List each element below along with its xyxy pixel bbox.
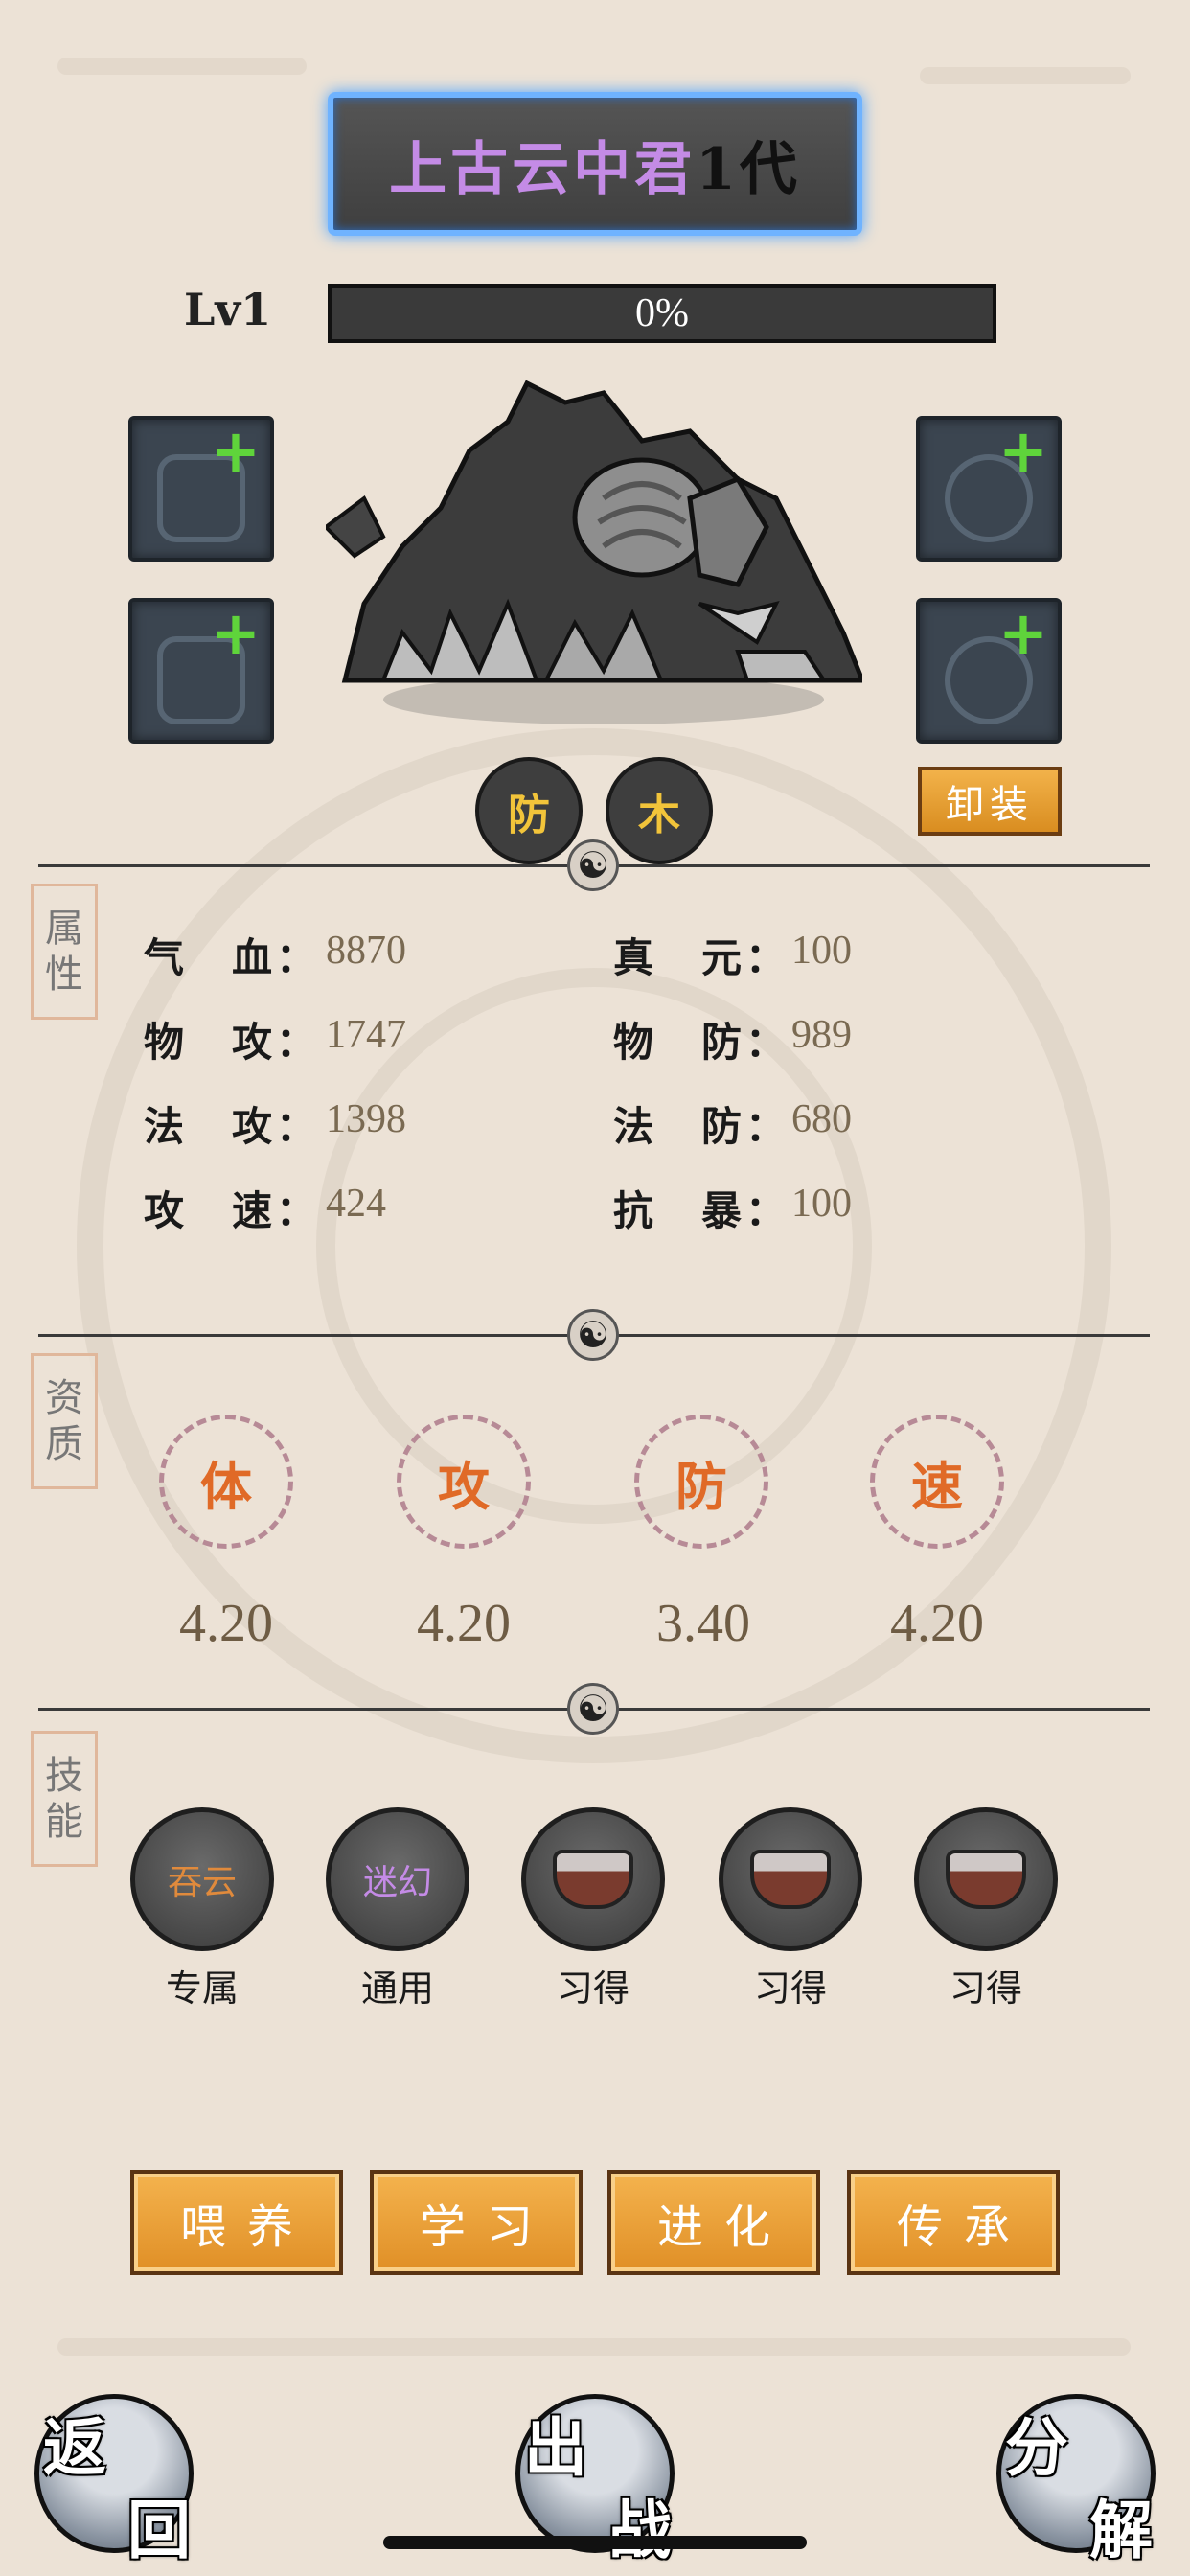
feed-button[interactable]: 喂养	[130, 2170, 343, 2275]
level-label: Lv1	[184, 284, 272, 335]
aptitude-ring-constitution: 体	[159, 1414, 293, 1549]
lock-icon	[946, 1850, 1026, 1909]
exp-progress-text: 0%	[635, 291, 689, 335]
stat-label-phys-atk: 物 攻：	[144, 1019, 321, 1066]
decompose-label-1: 分	[1005, 2410, 1068, 2485]
battle-label-2: 战	[608, 2493, 672, 2567]
add-icon: +	[998, 598, 1048, 668]
skill-slot-learned-3[interactable]	[914, 1807, 1058, 1951]
equip-slot-armor[interactable]: +	[128, 598, 274, 744]
pet-illustration	[326, 380, 862, 724]
back-button[interactable]: 返 回	[34, 2394, 194, 2567]
decompose-button[interactable]: 分 解	[996, 2394, 1156, 2567]
stat-label-crit-resist: 抗 暴：	[613, 1187, 790, 1234]
evolve-button[interactable]: 进化	[607, 2170, 820, 2275]
skill-slot-general[interactable]: 迷幻	[326, 1807, 469, 1951]
aptitude-value-attack: 4.20	[417, 1594, 511, 1653]
equip-slot-necklace[interactable]: +	[916, 598, 1062, 744]
pet-title-banner: 上古云中君 1代	[328, 92, 862, 236]
skill-name: 吞云	[167, 1863, 237, 1902]
inherit-button[interactable]: 传承	[847, 2170, 1060, 2275]
stat-label-hp: 气 血：	[144, 934, 321, 981]
learn-button[interactable]: 学习	[370, 2170, 583, 2275]
yinyang-icon: ☯	[567, 1309, 619, 1361]
skill-caption: 习得	[753, 1967, 827, 2010]
stat-value-atk-speed: 424	[326, 1182, 386, 1226]
skill-slot-learned-2[interactable]	[719, 1807, 862, 1951]
add-icon: +	[211, 416, 261, 486]
back-label-2: 回	[127, 2493, 191, 2567]
battle-label-1: 出	[524, 2410, 587, 2485]
equip-slot-ring[interactable]: +	[916, 416, 1062, 562]
aptitude-ring-defense: 防	[634, 1414, 768, 1549]
add-icon: +	[211, 598, 261, 668]
section-tag-attributes: 属 性	[31, 884, 98, 1020]
attribute-tag-defense: 防	[475, 757, 583, 864]
back-label-1: 返	[43, 2410, 106, 2485]
aptitude-ring-attack: 攻	[397, 1414, 531, 1549]
equip-slot-glove[interactable]: +	[128, 416, 274, 562]
skill-name: 迷幻	[362, 1863, 432, 1902]
pet-generation: 1代	[696, 135, 801, 203]
pet-name: 上古云中君	[389, 135, 697, 203]
stat-value-hp: 8870	[326, 929, 406, 973]
aptitude-value-speed: 4.20	[890, 1594, 984, 1653]
background-stroke	[57, 2338, 1131, 2356]
exp-progress-bar: 0%	[328, 284, 996, 343]
yinyang-icon: ☯	[567, 1683, 619, 1735]
stat-value-phys-def: 989	[791, 1013, 852, 1057]
stat-value-crit-resist: 100	[791, 1182, 852, 1226]
stat-value-mag-def: 680	[791, 1097, 852, 1141]
aptitude-value-defense: 3.40	[656, 1594, 750, 1653]
background-stroke	[57, 58, 307, 75]
skill-slot-exclusive[interactable]: 吞云	[130, 1807, 274, 1951]
decompose-label-2: 解	[1089, 2493, 1153, 2567]
stat-label-mag-def: 法 防：	[613, 1103, 790, 1150]
yinyang-icon: ☯	[567, 840, 619, 891]
stat-value-mag-atk: 1398	[326, 1097, 406, 1141]
add-icon: +	[998, 416, 1048, 486]
unequip-button[interactable]: 卸装	[918, 767, 1062, 836]
skill-slot-learned-1[interactable]	[521, 1807, 665, 1951]
stat-label-mp: 真 元：	[613, 934, 790, 981]
home-indicator	[383, 2536, 807, 2549]
background-stroke	[920, 67, 1131, 84]
aptitude-value-constitution: 4.20	[179, 1594, 273, 1653]
aptitude-ring-speed: 速	[870, 1414, 1004, 1549]
stat-label-phys-def: 物 防：	[613, 1019, 790, 1066]
lock-icon	[553, 1850, 633, 1909]
section-tag-skills: 技 能	[31, 1731, 98, 1867]
stat-value-phys-atk: 1747	[326, 1013, 406, 1057]
stat-label-atk-speed: 攻 速：	[144, 1187, 321, 1234]
section-tag-aptitude: 资 质	[31, 1353, 98, 1489]
stat-value-mp: 100	[791, 929, 852, 973]
skill-caption: 专属	[165, 1967, 239, 2010]
skill-caption: 习得	[556, 1967, 629, 2010]
skill-caption: 习得	[949, 1967, 1022, 2010]
battle-button[interactable]: 出 战	[515, 2394, 675, 2567]
stat-label-mag-atk: 法 攻：	[144, 1103, 321, 1150]
skill-caption: 通用	[360, 1967, 434, 2010]
lock-icon	[750, 1850, 831, 1909]
attribute-tag-wood: 木	[606, 757, 713, 864]
